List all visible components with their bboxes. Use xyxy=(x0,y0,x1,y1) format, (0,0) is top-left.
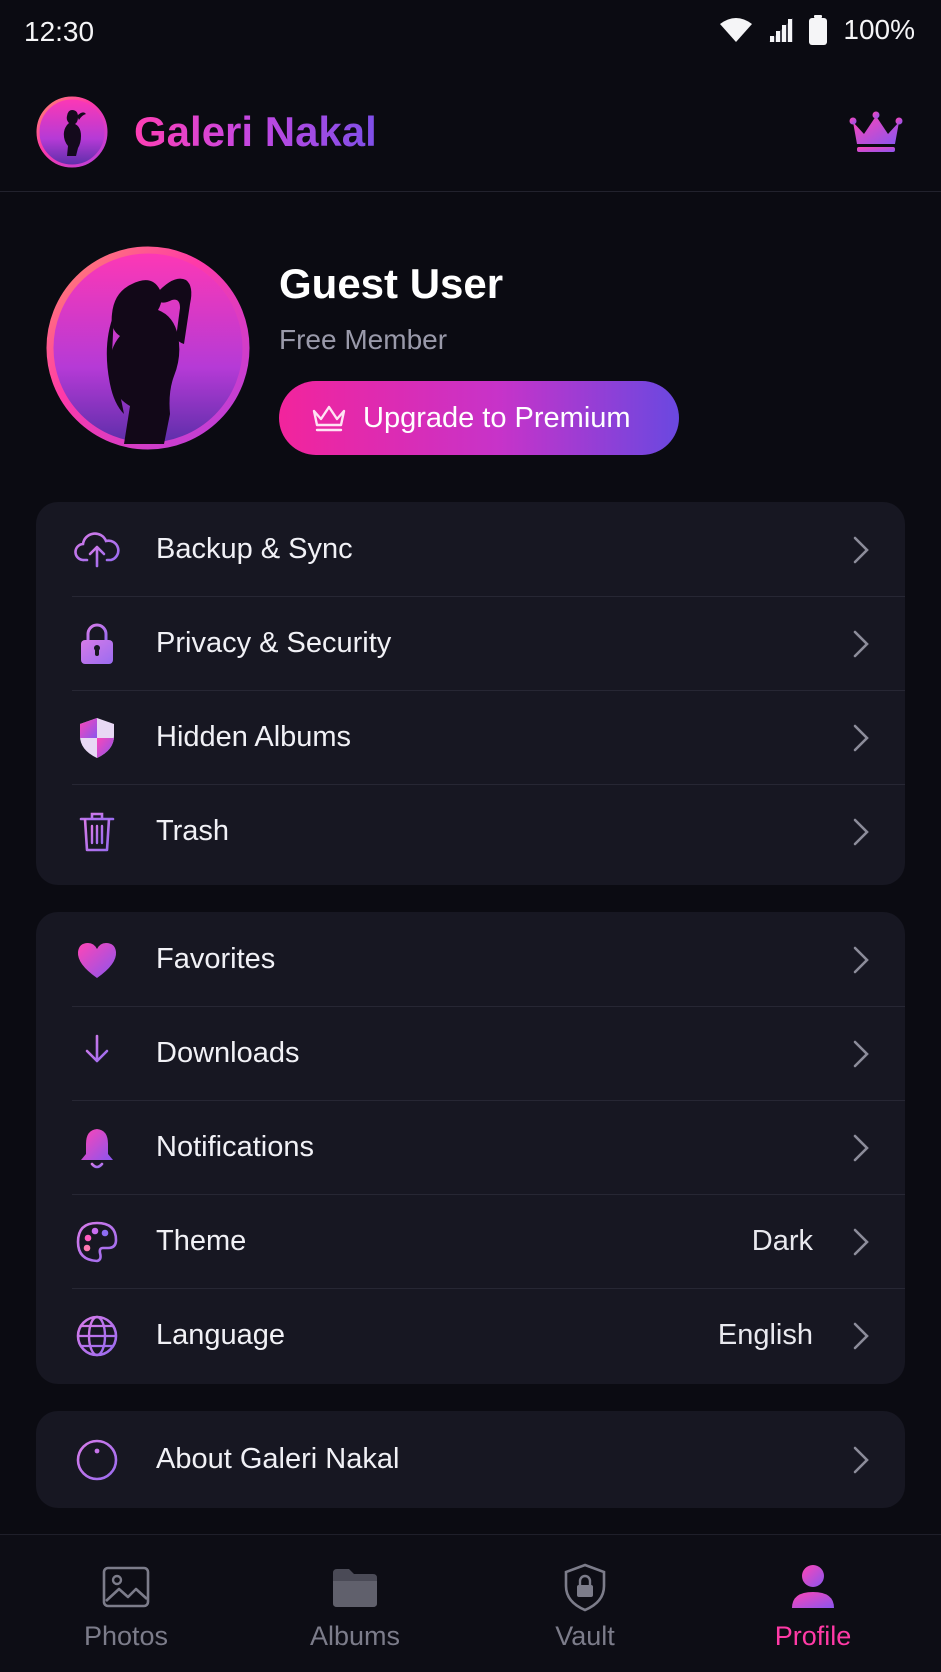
crown-icon xyxy=(853,116,899,144)
menu-item-trash[interactable]: Trash xyxy=(36,784,905,878)
menu-item-label: Notifications xyxy=(156,1130,314,1163)
chevron-right-icon xyxy=(853,946,869,974)
info-icon xyxy=(74,1437,120,1483)
app-title: Galeri Nakal xyxy=(134,108,377,155)
chevron-right-icon xyxy=(853,1322,869,1350)
membership-tier: Free Member xyxy=(279,324,448,355)
battery-percentage: 100% xyxy=(843,14,915,45)
status-bar: 12:30 100% xyxy=(0,0,941,66)
battery-icon xyxy=(809,15,828,45)
menu-item-label: Privacy & Security xyxy=(156,626,392,659)
cellular-signal-icon xyxy=(769,18,794,42)
nav-tab-albums[interactable]: Albums xyxy=(265,1535,445,1672)
chevron-right-icon xyxy=(853,536,869,564)
chevron-right-icon xyxy=(853,1134,869,1162)
menu-item-label: About Galeri Nakal xyxy=(156,1443,400,1475)
app-logo xyxy=(36,96,108,168)
nav-label: Profile xyxy=(774,1621,852,1651)
person-icon xyxy=(785,1559,841,1615)
nav-label: Photos xyxy=(83,1621,169,1651)
chevron-right-icon xyxy=(853,818,869,846)
settings-card-preferences: Favorites Downloads Notifications Theme … xyxy=(36,912,905,1384)
upgrade-label: Upgrade to Premium xyxy=(363,401,631,434)
nav-tab-vault[interactable]: Vault xyxy=(495,1535,675,1672)
settings-card-about: About Galeri Nakal xyxy=(36,1411,905,1508)
menu-item-theme[interactable]: Theme Dark xyxy=(36,1194,905,1288)
chevron-right-icon xyxy=(853,630,869,658)
status-icons: 100% xyxy=(719,14,915,46)
bell-icon xyxy=(74,1125,120,1171)
lock-icon xyxy=(74,621,120,667)
shield-icon xyxy=(74,715,120,761)
menu-item-label: Trash xyxy=(156,814,230,847)
app-header: Galeri Nakal xyxy=(0,84,941,192)
nav-tab-profile[interactable]: Profile xyxy=(723,1535,903,1672)
menu-item-label: Backup & Sync xyxy=(156,532,353,565)
trash-icon xyxy=(74,809,120,855)
profile-section: Guest User Free Member Upgrade to Premiu… xyxy=(0,240,941,460)
nav-label: Albums xyxy=(309,1621,401,1651)
vault-lock-icon xyxy=(557,1559,613,1615)
language-value: English xyxy=(717,1318,813,1351)
image-icon xyxy=(98,1559,154,1615)
menu-item-hidden-albums[interactable]: Hidden Albums xyxy=(36,690,905,784)
user-name: Guest User xyxy=(279,260,504,307)
menu-item-label: Theme xyxy=(156,1224,247,1257)
nav-tab-photos[interactable]: Photos xyxy=(36,1535,216,1672)
menu-item-label: Favorites xyxy=(156,942,276,975)
folder-icon xyxy=(327,1559,383,1615)
chevron-right-icon xyxy=(853,1228,869,1256)
chevron-right-icon xyxy=(853,724,869,752)
menu-item-privacy-security[interactable]: Privacy & Security xyxy=(36,596,905,690)
bottom-navigation: Photos Albums Vault Profile xyxy=(0,1534,941,1672)
menu-item-label: Language xyxy=(156,1318,286,1351)
heart-icon xyxy=(74,937,120,983)
avatar[interactable] xyxy=(44,244,252,452)
palette-icon xyxy=(74,1219,120,1265)
premium-crown-button[interactable] xyxy=(849,110,903,156)
menu-item-downloads[interactable]: Downloads xyxy=(36,1006,905,1100)
menu-item-about[interactable]: About Galeri Nakal xyxy=(36,1411,905,1508)
globe-icon xyxy=(74,1313,120,1359)
menu-item-notifications[interactable]: Notifications xyxy=(36,1100,905,1194)
status-time: 12:30 xyxy=(24,16,95,47)
settings-card-storage: Backup & Sync Privacy & Security Hidden … xyxy=(36,502,905,885)
crown-icon xyxy=(312,405,346,432)
nav-label: Vault xyxy=(555,1621,615,1651)
menu-item-label: Downloads xyxy=(156,1036,300,1069)
profile-screen: 12:30 100% Galeri Nakal Guest User Free … xyxy=(0,0,941,1672)
chevron-right-icon xyxy=(853,1040,869,1068)
wifi-icon xyxy=(720,18,753,42)
menu-item-language[interactable]: Language English xyxy=(36,1288,905,1382)
menu-item-label: Hidden Albums xyxy=(156,720,352,753)
download-icon xyxy=(74,1031,120,1077)
cloud-upload-icon xyxy=(74,527,120,573)
chevron-right-icon xyxy=(853,1446,869,1474)
theme-value: Dark xyxy=(751,1224,813,1257)
menu-item-favorites[interactable]: Favorites xyxy=(36,912,905,1006)
upgrade-premium-button[interactable]: Upgrade to Premium xyxy=(279,381,679,455)
menu-item-backup-sync[interactable]: Backup & Sync xyxy=(36,502,905,596)
